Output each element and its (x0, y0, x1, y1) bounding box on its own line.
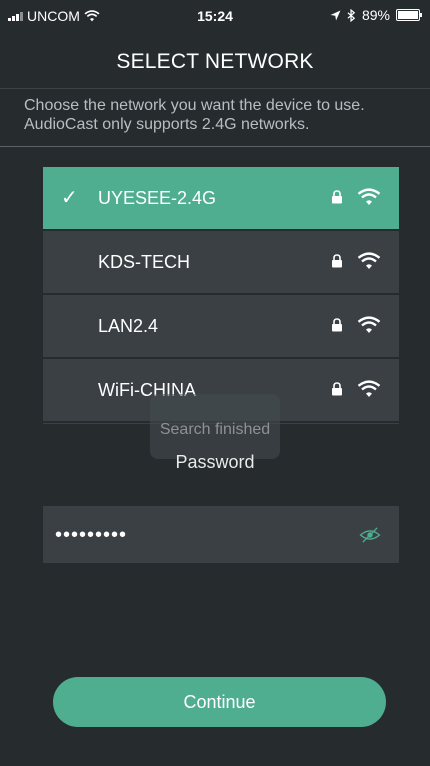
checkmark-icon: ✓ (61, 187, 78, 209)
bluetooth-icon (347, 8, 356, 22)
continue-button[interactable]: Continue (53, 677, 386, 727)
network-name: LAN2.4 (98, 316, 159, 336)
wifi-signal-icon (357, 380, 381, 397)
lock-icon (332, 318, 342, 332)
network-list[interactable]: ✓UYESEE-2.4GKDS-TECHLAN2.4WiFi-CHINAChin… (43, 167, 399, 424)
lock-icon (332, 190, 342, 204)
network-name: UYESEE-2.4G (98, 188, 217, 208)
header-divider (0, 88, 430, 89)
wifi-signal-icon (357, 252, 381, 269)
network-name: KDS-TECH (98, 252, 191, 272)
search-finished-toast: Search finished (150, 394, 280, 459)
location-arrow-icon (330, 10, 341, 20)
instructions-divider (0, 146, 430, 147)
wifi-signal-icon (357, 316, 381, 333)
password-value: ••••••••• (55, 524, 128, 546)
network-row[interactable]: KDS-TECH (43, 231, 399, 293)
wifi-signal-icon (357, 188, 381, 205)
instructions-line-1: Choose the network you want the device t… (24, 97, 365, 114)
lock-icon (332, 382, 342, 396)
page-title: SELECT NETWORK (116, 50, 314, 73)
battery-percent: 89% (361, 7, 390, 23)
status-bar: UNCOM 15:24 89% (0, 0, 430, 28)
battery-icon (396, 9, 422, 21)
status-right: 89% (330, 7, 422, 23)
network-row[interactable]: ✓ UYESEE-2.4G (43, 167, 399, 229)
password-label: Password (175, 452, 255, 472)
eye-slash-icon[interactable] (359, 526, 381, 544)
lock-icon (332, 254, 342, 268)
toast-text: Search finished (159, 421, 271, 438)
instructions-line-2: AudioCast only supports 2.4G networks. (24, 116, 310, 133)
password-field[interactable]: ••••••••• (43, 506, 399, 563)
instructions-text: Choose the network you want the device t… (24, 96, 414, 134)
network-row[interactable]: LAN2.4 (43, 295, 399, 357)
